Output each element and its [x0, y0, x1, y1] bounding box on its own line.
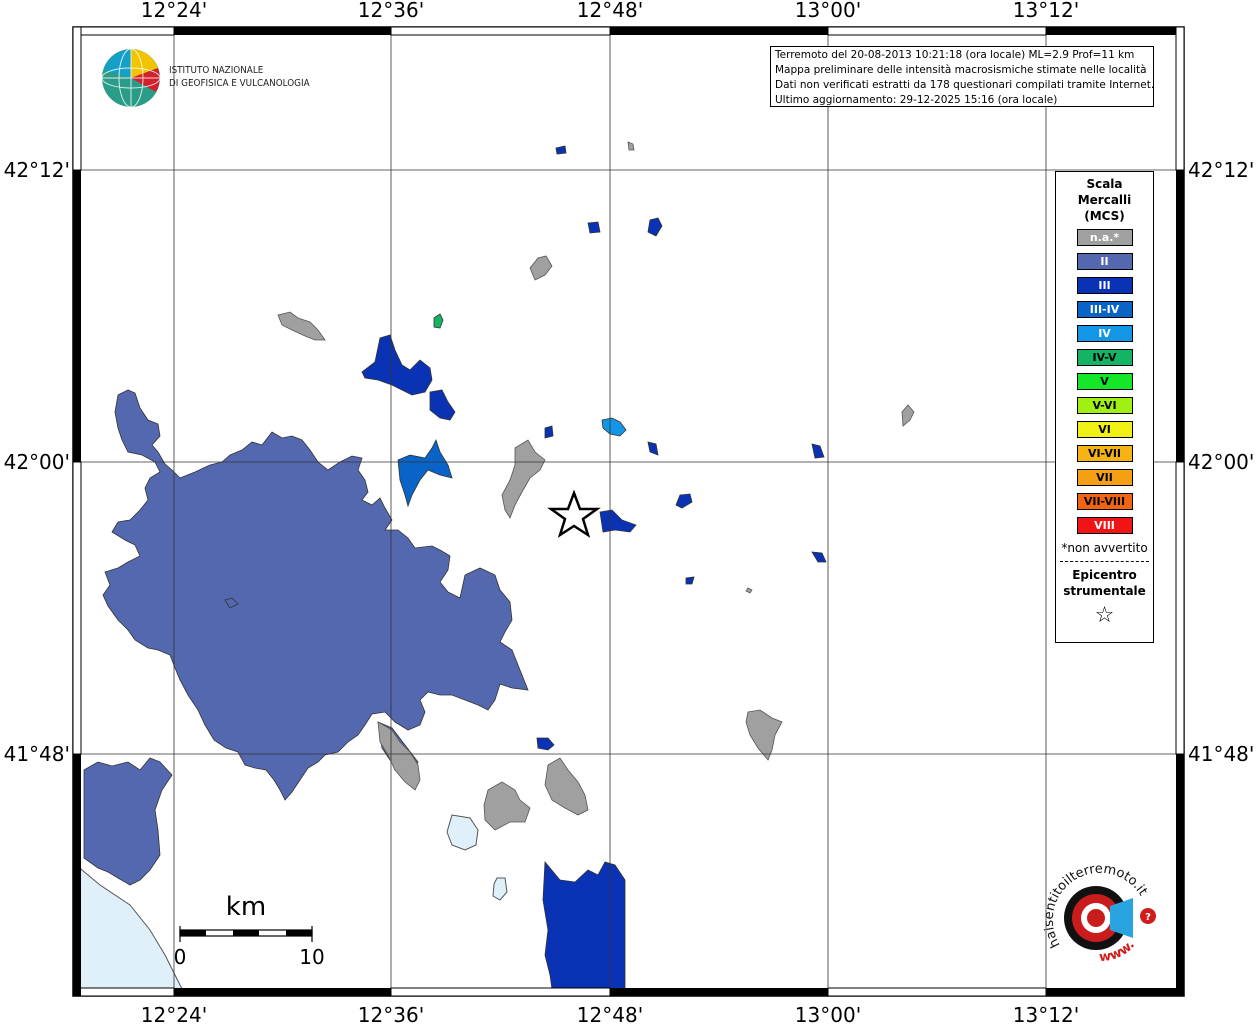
lon-label-top-4: 13°00': [795, 0, 861, 22]
info-line-2: Mappa preliminare delle intensità macros…: [775, 64, 1147, 76]
scale-end-label: 10: [299, 945, 324, 969]
iii-area-4: [542, 860, 626, 997]
legend-item-11: VII-VIII: [1076, 493, 1133, 510]
lat-label-left-1: 42°12': [4, 158, 70, 182]
lon-label-bottom-1: 12°24': [141, 1003, 207, 1024]
legend-item-7: V-VI: [1076, 397, 1133, 414]
legend-title-1: Scala: [1086, 177, 1123, 191]
info-line-4: Ultimo aggiornamento: 29-12-2025 15:16 (…: [775, 94, 1058, 106]
lon-label-bottom-4: 13°00': [795, 1003, 861, 1024]
lon-label-bottom-2: 12°36': [358, 1003, 424, 1024]
legend-item-3: III-IV: [1076, 301, 1133, 318]
legend-item-8: VI: [1076, 421, 1133, 438]
lon-label-top-5: 13°12': [1013, 0, 1079, 22]
lon-label-bottom-5: 13°12': [1013, 1003, 1079, 1024]
info-line-3: Dati non verificati estratti da 178 ques…: [775, 79, 1155, 91]
legend-title-3: (MCS): [1084, 209, 1125, 223]
iii-area-7: [587, 221, 601, 234]
legend-epicenter: Epicentro strumentale: [1056, 567, 1153, 599]
legend-item-5: IV-V: [1076, 349, 1133, 366]
legend-epicenter-1: Epicentro: [1072, 568, 1137, 582]
lon-label-top-2: 12°36': [358, 0, 424, 22]
scale-unit-label: km: [226, 892, 266, 922]
lon-label-top-3: 12°48': [577, 0, 643, 22]
lat-label-left-3: 41°48': [4, 742, 70, 766]
lat-label-right-3: 41°48': [1188, 742, 1254, 766]
legend-item-9: VI-VII: [1076, 445, 1133, 462]
legend-item-12: VIII: [1076, 517, 1133, 534]
legend-item-0: n.a.*: [1076, 229, 1133, 246]
ingv-line-2: DI GEOFISICA E VULCANOLOGIA: [169, 78, 310, 89]
event-info-box: Terremoto del 20-08-2013 10:21:18 (ora l…: [770, 46, 1154, 107]
legend-title: Scala Mercalli (MCS): [1056, 176, 1153, 224]
lat-label-right-1: 42°12': [1188, 158, 1254, 182]
lon-label-bottom-3: 12°48': [577, 1003, 643, 1024]
scale-start-label: 0: [174, 945, 187, 969]
mcs-legend: Scala Mercalli (MCS) n.a.* II III III-IV IV I…: [1055, 171, 1154, 643]
legend-note: *non avvertito: [1061, 541, 1148, 555]
lat-label-left-2: 42°00': [4, 450, 70, 474]
lon-label-top-1: 12°24': [141, 0, 207, 22]
legend-title-2: Mercalli: [1077, 193, 1132, 207]
legend-item-1: II: [1076, 253, 1133, 270]
legend-epicenter-2: strumentale: [1063, 584, 1146, 598]
iii-area-9: [544, 425, 554, 439]
info-line-1: Terremoto del 20-08-2013 10:21:18 (ora l…: [775, 49, 1135, 61]
ingv-logo-text: ISTITUTO NAZIONALE DI GEOFISICA E VULCAN…: [169, 64, 310, 90]
legend-items: n.a.* II III III-IV IV IV-V V V-VI VI VI-VII VII VI…: [1056, 229, 1153, 534]
svg-text:?: ?: [1145, 912, 1151, 923]
ingv-logo-icon: [101, 48, 161, 108]
legend-item-2: III: [1076, 277, 1133, 294]
lat-label-right-2: 42°00': [1188, 450, 1254, 474]
legend-star-icon: ☆: [1094, 603, 1115, 628]
ingv-line-1: ISTITUTO NAZIONALE: [169, 65, 264, 76]
legend-item-10: VII: [1076, 469, 1133, 486]
legend-separator: [1060, 561, 1149, 562]
legend-item-4: IV: [1076, 325, 1133, 342]
legend-item-6: V: [1076, 373, 1133, 390]
